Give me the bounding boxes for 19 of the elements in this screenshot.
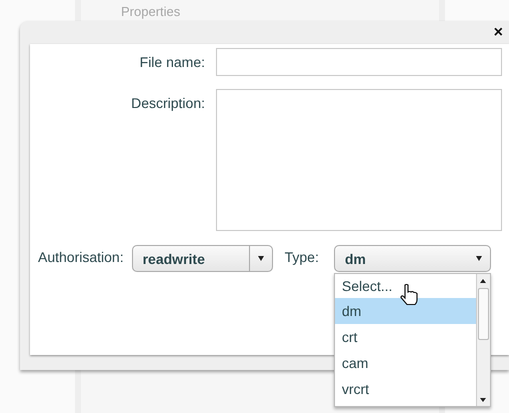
field-label: Authorisation: (38, 248, 124, 265)
field-label: Description: (130, 94, 206, 113)
caret-icon (476, 256, 482, 261)
hand-cursor-icon (398, 284, 419, 306)
dropdown-option[interactable]: cam (334, 350, 476, 376)
background-title: Properties (121, 4, 182, 19)
authorisation-dropdown[interactable]: readwrite (132, 245, 273, 272)
field-label: Type: (284, 248, 319, 265)
dropdown-option[interactable]: dm (334, 298, 476, 324)
dropdown-option[interactable]: Select... (334, 274, 476, 298)
scrollbar[interactable] (476, 274, 490, 406)
dropdown-option[interactable]: vrcrt (334, 376, 476, 402)
dropdown-option[interactable]: crt (334, 324, 476, 350)
type-dropdown[interactable]: dm (334, 245, 491, 272)
field-label: File name: (138, 53, 206, 72)
caret-icon (258, 256, 264, 261)
close-button[interactable]: × (494, 24, 503, 42)
file-name-field[interactable] (216, 48, 502, 76)
description-field[interactable] (216, 89, 502, 231)
